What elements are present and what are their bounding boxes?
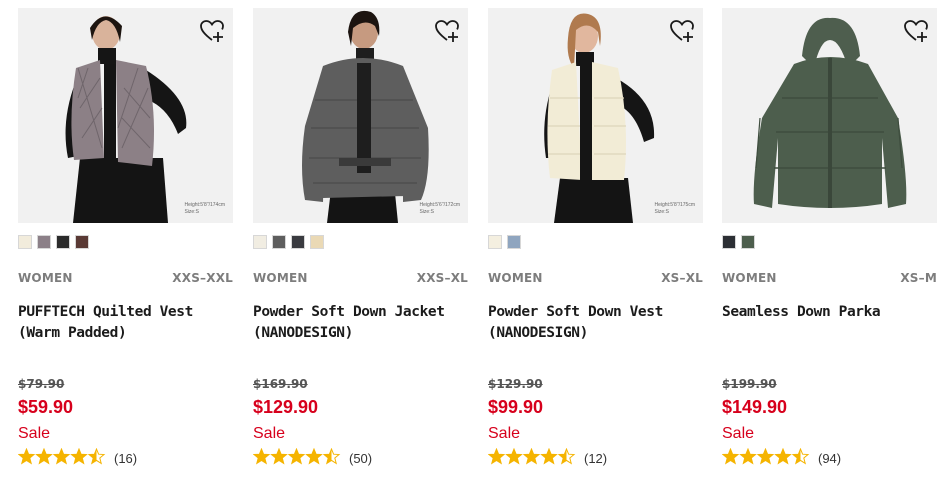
color-swatch[interactable] <box>272 235 286 249</box>
review-count: (94) <box>818 451 842 466</box>
color-swatch[interactable] <box>18 235 32 249</box>
sale-badge: Sale <box>18 425 51 442</box>
review-count: (12) <box>584 451 608 466</box>
sale-price: $129.90 <box>253 397 319 417</box>
sale-badge: Sale <box>488 425 521 442</box>
color-swatch[interactable] <box>722 235 736 249</box>
color-swatch[interactable] <box>253 235 267 249</box>
heart-plus-icon[interactable] <box>669 18 695 44</box>
original-price: $169.90 <box>253 377 308 391</box>
product-rating[interactable]: (94) <box>721 447 842 469</box>
sale-price: $149.90 <box>722 397 788 417</box>
product-image[interactable]: Height:5'8"/175cm Size:S <box>488 8 703 223</box>
gender-label: WOMEN <box>722 271 777 285</box>
star-icon <box>305 447 323 465</box>
review-count: (16) <box>114 451 138 466</box>
star-icon <box>70 447 88 465</box>
star-icon <box>505 447 523 465</box>
sale-badge: Sale <box>722 425 755 442</box>
color-swatches <box>18 235 94 251</box>
product-rating[interactable]: (12) <box>487 447 608 469</box>
product-rating[interactable]: (50) <box>252 447 373 469</box>
sale-price: $99.90 <box>488 397 544 417</box>
size-range: XXS–XXL <box>172 271 233 285</box>
product-name[interactable]: Seamless Down Parka <box>722 302 937 323</box>
product-name[interactable]: PUFFTECH Quilted Vest (Warm Padded) <box>18 302 233 344</box>
rating-stars <box>721 447 810 469</box>
sale-badge: Sale <box>253 425 286 442</box>
star-icon <box>87 447 106 465</box>
sale-price: $59.90 <box>18 397 74 417</box>
color-swatch[interactable] <box>507 235 521 249</box>
heart-plus-icon[interactable] <box>903 18 929 44</box>
star-icon <box>522 447 541 465</box>
rating-stars <box>17 447 106 469</box>
color-swatch[interactable] <box>75 235 89 249</box>
star-icon <box>791 447 810 465</box>
star-icon <box>756 447 775 465</box>
heart-plus-icon[interactable] <box>434 18 460 44</box>
star-icon <box>270 447 288 465</box>
color-swatches <box>253 235 329 251</box>
gender-label: WOMEN <box>253 271 308 285</box>
model-size-note: Height:5'8"/175cm Size:S <box>654 202 695 215</box>
original-price: $199.90 <box>722 377 777 391</box>
product-grid: Height:5'8"/174cm Size:S WOMEN XXS–XXL P… <box>0 0 950 477</box>
color-swatches <box>722 235 760 251</box>
color-swatch[interactable] <box>741 235 755 249</box>
star-icon <box>17 447 36 465</box>
size-range: XS–XL <box>661 271 703 285</box>
star-icon <box>721 447 740 465</box>
color-swatch[interactable] <box>291 235 305 249</box>
product-card[interactable]: Height:5'8"/175cm Size:S WOMEN XS–XL Pow… <box>487 8 703 466</box>
product-name[interactable]: Powder Soft Down Vest (NANODESIGN) <box>488 302 703 344</box>
star-icon <box>774 447 792 465</box>
star-icon <box>287 447 306 465</box>
product-card[interactable]: WOMEN XS–M Seamless Down Parka $199.90 $… <box>721 8 937 466</box>
size-range: XXS–XL <box>416 271 468 285</box>
gender-label: WOMEN <box>488 271 543 285</box>
product-image[interactable]: Height:5'6"/172cm Size:S <box>253 8 468 223</box>
color-swatches <box>488 235 526 251</box>
star-icon <box>52 447 71 465</box>
star-icon <box>739 447 757 465</box>
model-size-note: Height:5'6"/172cm Size:S <box>419 202 460 215</box>
star-icon <box>487 447 506 465</box>
star-icon <box>557 447 576 465</box>
product-image[interactable] <box>722 8 937 223</box>
model-size-note: Height:5'8"/174cm Size:S <box>184 202 225 215</box>
rating-stars <box>487 447 576 469</box>
product-name[interactable]: Powder Soft Down Jacket (NANODESIGN) <box>253 302 468 344</box>
color-swatch[interactable] <box>56 235 70 249</box>
heart-plus-icon[interactable] <box>199 18 225 44</box>
original-price: $129.90 <box>488 377 543 391</box>
product-image[interactable]: Height:5'8"/174cm Size:S <box>18 8 233 223</box>
product-card[interactable]: Height:5'6"/172cm Size:S WOMEN XXS–XL Po… <box>252 8 468 466</box>
original-price: $79.90 <box>18 377 65 391</box>
color-swatch[interactable] <box>37 235 51 249</box>
star-icon <box>540 447 558 465</box>
product-card[interactable]: Height:5'8"/174cm Size:S WOMEN XXS–XXL P… <box>17 8 233 466</box>
rating-stars <box>252 447 341 469</box>
product-rating[interactable]: (16) <box>17 447 138 469</box>
star-icon <box>252 447 271 465</box>
review-count: (50) <box>349 451 373 466</box>
size-range: XS–M <box>900 271 937 285</box>
color-swatch[interactable] <box>310 235 324 249</box>
star-icon <box>322 447 341 465</box>
star-icon <box>35 447 53 465</box>
gender-label: WOMEN <box>18 271 73 285</box>
color-swatch[interactable] <box>488 235 502 249</box>
